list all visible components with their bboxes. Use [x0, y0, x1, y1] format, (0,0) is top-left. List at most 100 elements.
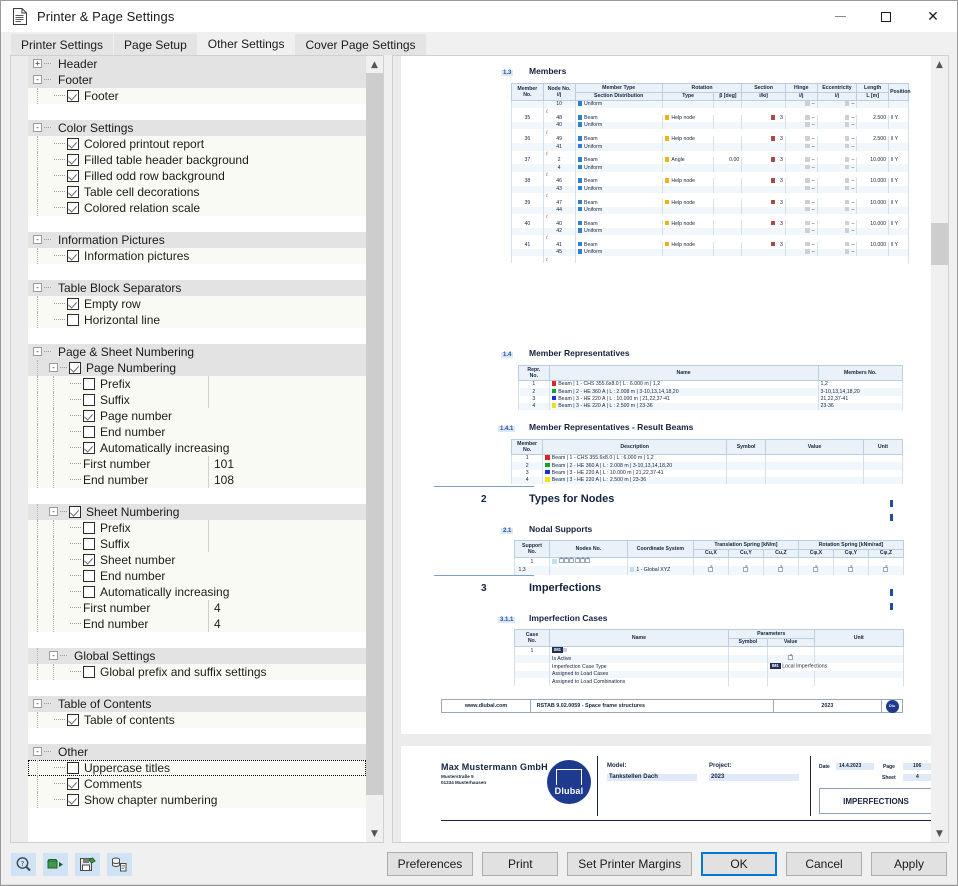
ok-button[interactable]: OK: [701, 852, 777, 876]
collapse-icon[interactable]: -: [49, 507, 58, 516]
tab-cover-page-settings[interactable]: Cover Page Settings: [295, 34, 426, 55]
tree-row[interactable]: - Page & Sheet Numbering: [28, 344, 366, 360]
expand-icon[interactable]: +: [33, 59, 42, 68]
tree-row[interactable]: Show chapter numbering: [28, 792, 366, 808]
print-button[interactable]: Print: [482, 852, 559, 876]
tree-row[interactable]: Uppercase titles: [28, 760, 366, 776]
zoom-search-button[interactable]: ?: [11, 852, 36, 876]
checkbox-checked[interactable]: [67, 138, 79, 150]
checkbox-checked[interactable]: [67, 170, 79, 182]
tree-row[interactable]: Automatically increasing: [28, 440, 366, 456]
maximize-button[interactable]: [863, 1, 909, 32]
tree-row[interactable]: Footer: [28, 88, 366, 104]
tree-scroll-thumb[interactable]: [366, 73, 383, 795]
checkbox-unchecked[interactable]: [83, 666, 95, 678]
preview-scroll-thumb[interactable]: [931, 223, 948, 265]
preferences-button[interactable]: Preferences: [386, 852, 474, 876]
tree-row[interactable]: First number 4: [28, 600, 366, 616]
tree-row-value[interactable]: 101: [214, 457, 234, 471]
checkbox-unchecked[interactable]: [67, 314, 79, 326]
checkbox-checked[interactable]: [67, 778, 79, 790]
cancel-button[interactable]: Cancel: [786, 852, 862, 876]
tab-other-settings[interactable]: Other Settings: [197, 32, 295, 55]
checkbox-checked[interactable]: [69, 362, 81, 374]
checkbox-checked[interactable]: [67, 186, 79, 198]
checkbox-unchecked[interactable]: [83, 394, 95, 406]
collapse-icon[interactable]: -: [49, 363, 58, 372]
checkbox-checked[interactable]: [67, 714, 79, 726]
checkbox-unchecked[interactable]: [67, 762, 79, 774]
checkbox-checked[interactable]: [67, 250, 79, 262]
tree-row[interactable]: End number 4: [28, 616, 366, 632]
checkbox-unchecked[interactable]: [83, 570, 95, 582]
tree-row[interactable]: Table cell decorations: [28, 184, 366, 200]
checkbox-checked[interactable]: [67, 154, 79, 166]
checkbox-unchecked[interactable]: [83, 586, 95, 598]
collapse-icon[interactable]: -: [33, 747, 42, 756]
chevron-up-icon[interactable]: ▲: [366, 56, 383, 73]
tree-row[interactable]: Colored relation scale: [28, 200, 366, 216]
tree-row[interactable]: Comments: [28, 776, 366, 792]
tree-row[interactable]: Empty row: [28, 296, 366, 312]
collapse-icon[interactable]: -: [33, 235, 42, 244]
tree-scroll-track[interactable]: [366, 73, 383, 825]
tree-row[interactable]: Global prefix and suffix settings: [28, 664, 366, 680]
minimize-button[interactable]: [817, 1, 863, 32]
tree-row[interactable]: Sheet number: [28, 552, 366, 568]
chevron-down-icon[interactable]: ▼: [931, 825, 948, 842]
tree-row[interactable]: First number 101: [28, 456, 366, 472]
tab-printer-settings[interactable]: Printer Settings: [11, 34, 114, 55]
tree-row[interactable]: Page number: [28, 408, 366, 424]
tree-row[interactable]: Suffix: [28, 392, 366, 408]
preview-scroll-area[interactable]: 1.3 Members Member No. Node No. i/j Member T…: [393, 56, 931, 842]
tree-row[interactable]: - Information Pictures: [28, 232, 366, 248]
tree-row[interactable]: Colored printout report: [28, 136, 366, 152]
checkbox-checked[interactable]: [67, 794, 79, 806]
tree-row[interactable]: End number: [28, 424, 366, 440]
checkbox-checked[interactable]: [83, 442, 95, 454]
collapse-icon[interactable]: -: [33, 283, 42, 292]
tree-row[interactable]: Prefix: [28, 376, 366, 392]
collapse-icon[interactable]: -: [33, 699, 42, 708]
chevron-up-icon[interactable]: ▲: [931, 56, 948, 73]
tree-row[interactable]: - Footer: [28, 72, 366, 88]
tab-page-setup[interactable]: Page Setup: [114, 34, 197, 55]
checkbox-unchecked[interactable]: [83, 538, 95, 550]
checkbox-checked[interactable]: [67, 90, 79, 102]
settings-tree[interactable]: + Header - Footer Footer - Color Settings Color…: [28, 56, 366, 842]
collapse-icon[interactable]: -: [33, 75, 42, 84]
tree-row[interactable]: - Page Numbering: [28, 360, 366, 376]
tree-scrollbar[interactable]: ▲ ▼: [366, 56, 383, 842]
checkbox-unchecked[interactable]: [83, 522, 95, 534]
tree-row[interactable]: Information pictures: [28, 248, 366, 264]
tree-row-value[interactable]: 4: [214, 617, 221, 631]
tree-row[interactable]: - Global Settings: [28, 648, 366, 664]
chevron-down-icon[interactable]: ▼: [366, 825, 383, 842]
collapse-icon[interactable]: -: [33, 123, 42, 132]
tree-row[interactable]: - Table of Contents: [28, 696, 366, 712]
import-settings-button[interactable]: [43, 852, 68, 876]
tree-row[interactable]: - Other: [28, 744, 366, 760]
tree-row[interactable]: + Header: [28, 56, 366, 72]
checkbox-unchecked[interactable]: [83, 426, 95, 438]
tree-row-value[interactable]: 4: [214, 601, 221, 615]
collapse-icon[interactable]: -: [33, 347, 42, 356]
apply-button[interactable]: Apply: [871, 852, 947, 876]
tree-row[interactable]: Suffix: [28, 536, 366, 552]
set-printer-margins-button[interactable]: Set Printer Margins: [567, 852, 692, 876]
tree-row[interactable]: - Table Block Separators: [28, 280, 366, 296]
checkbox-unchecked[interactable]: [83, 378, 95, 390]
collapse-icon[interactable]: -: [49, 651, 58, 660]
save-settings-button[interactable]: [75, 852, 100, 876]
tree-row[interactable]: - Color Settings: [28, 120, 366, 136]
checkbox-checked[interactable]: [69, 506, 81, 518]
preview-scrollbar[interactable]: ▲ ▼: [931, 56, 948, 842]
tree-row[interactable]: Table of contents: [28, 712, 366, 728]
tree-row[interactable]: Automatically increasing: [28, 584, 366, 600]
tree-row-value[interactable]: 108: [214, 473, 234, 487]
tree-row[interactable]: End number 108: [28, 472, 366, 488]
database-document-button[interactable]: [107, 852, 132, 876]
tree-row[interactable]: Filled odd row background: [28, 168, 366, 184]
preview-scroll-track[interactable]: [931, 73, 948, 825]
tree-row[interactable]: Prefix: [28, 520, 366, 536]
